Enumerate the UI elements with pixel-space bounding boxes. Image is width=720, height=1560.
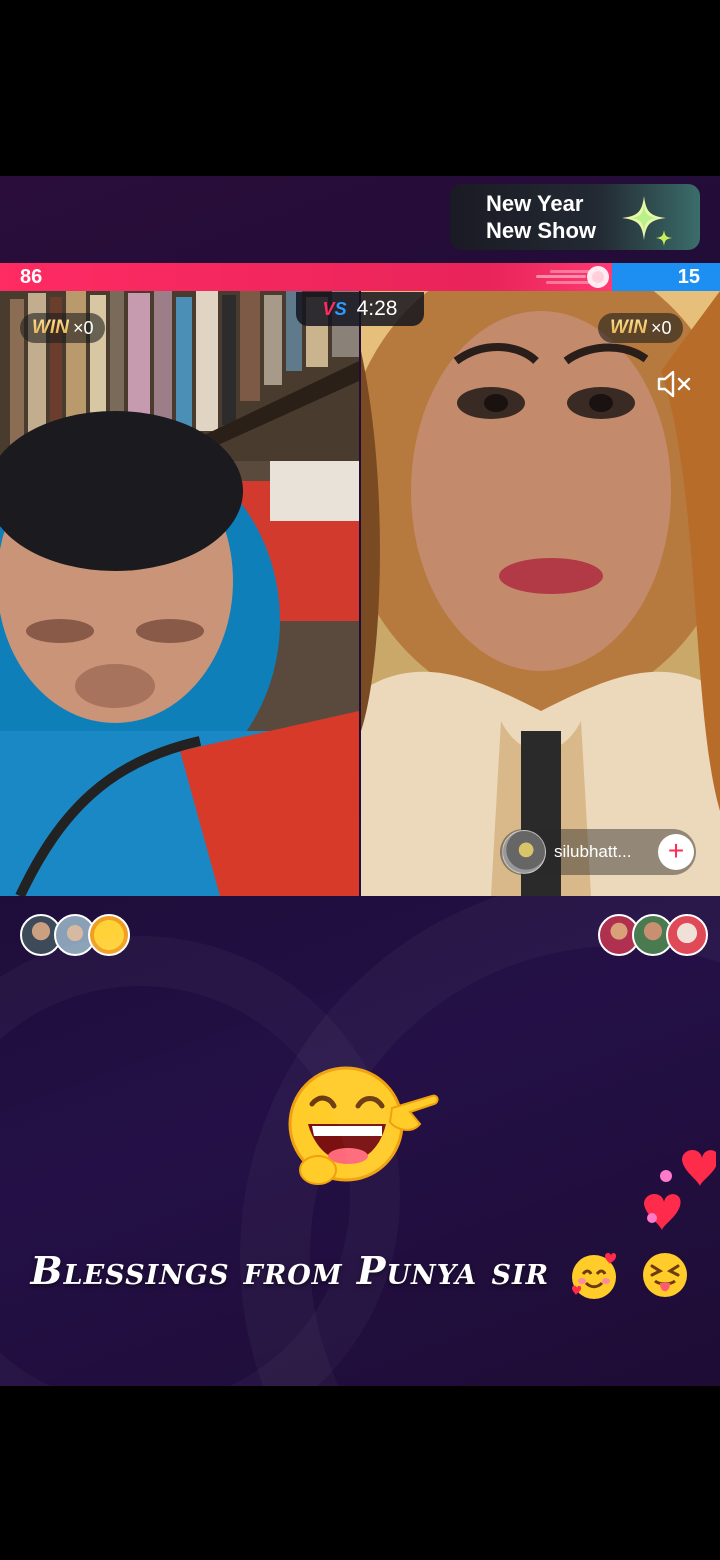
right-host-avatar[interactable] [502,830,546,874]
red-team-progress [0,263,612,291]
banner-line-2: New Show [486,218,597,243]
smiling-hearts-emoji [572,1252,617,1299]
avatar[interactable] [666,914,708,956]
battle-score-bar: 86 15 [0,263,720,291]
left-win-count: ×0 [72,317,94,338]
right-host-chip[interactable]: silubhatt... + [500,829,696,875]
vs-icon: VS [322,298,347,319]
left-video-frame [0,291,359,896]
right-win-count: ×0 [650,317,672,338]
left-win-streak-badge[interactable]: WIN ×0 [20,313,106,343]
left-top-gifters[interactable] [20,914,130,956]
avatar[interactable] [88,914,130,956]
battle-timer: VS 4:28 [296,292,424,326]
right-win-label: WIN [610,317,647,338]
laughing-pointing-emoji [288,1066,439,1185]
right-win-streak-badge[interactable]: WIN ×0 [598,313,684,343]
mute-icon[interactable] [656,368,692,400]
right-score: 15 [677,266,700,288]
right-host-name[interactable]: silubhatt... [554,842,654,862]
banner-line-1: New Year [486,191,584,216]
new-year-show-banner[interactable]: New Year New Show [450,184,700,250]
live-battle-stage: New Year New Show 86 15 VS 4:28 WIN ×0 W… [0,176,720,1386]
left-win-label: WIN [32,317,69,338]
sparkle-icon [622,196,672,246]
timer-value: 4:28 [356,297,398,320]
right-top-gifters[interactable] [598,914,708,956]
banner-text: New Year New Show [486,190,596,244]
left-score: 86 [20,266,43,288]
tongue-out-emoji [642,1252,687,1297]
left-host-video[interactable] [0,291,359,896]
follow-button[interactable]: + [658,834,694,870]
hearts-icon [644,1150,716,1230]
comet-icon [536,266,609,288]
stream-caption: Blessings from Punya sir [0,1248,720,1300]
caption-text: Blessings from Punya sir [30,1248,550,1293]
